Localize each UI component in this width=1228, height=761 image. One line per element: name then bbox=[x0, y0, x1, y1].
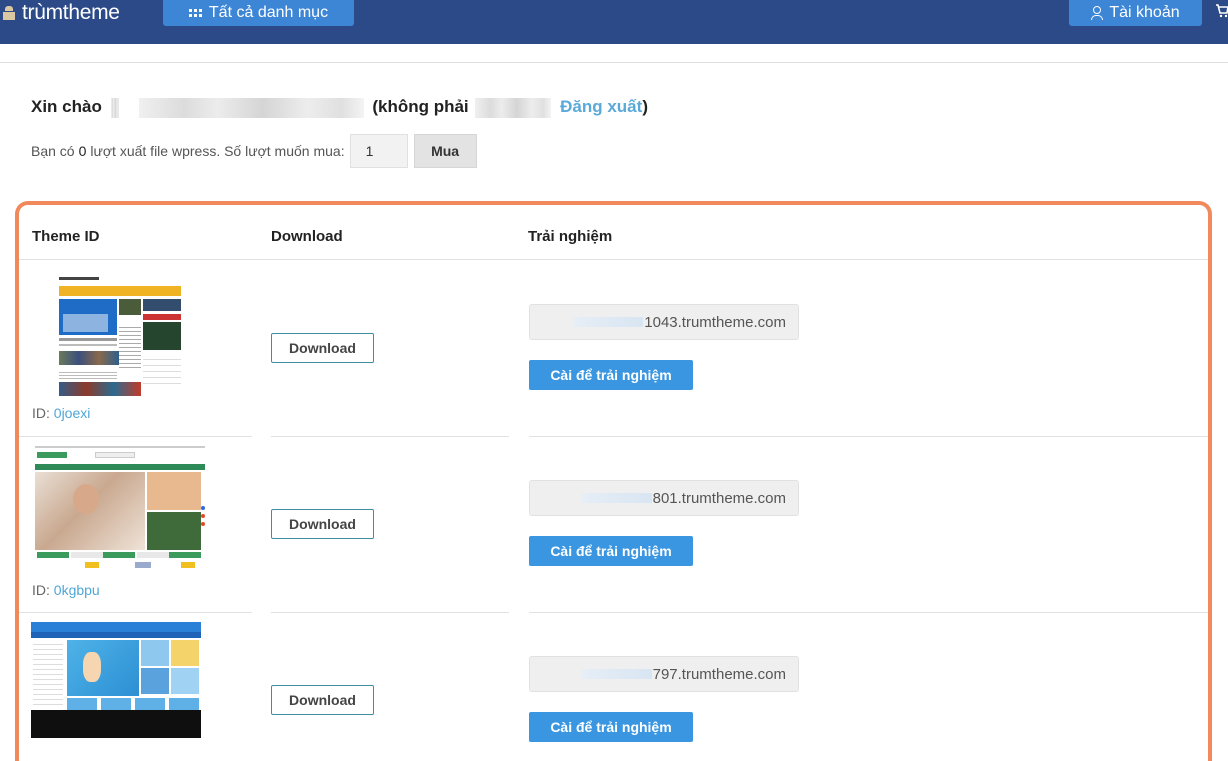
table-row: ID: 0kgbpu Download 801.trumtheme.com Cà… bbox=[19, 436, 1208, 612]
brand-logo[interactable]: trùmtheme bbox=[2, 0, 120, 26]
grid-icon bbox=[188, 9, 202, 17]
theme-id-link[interactable]: 0kgbpu bbox=[54, 582, 100, 598]
greeting-prefix: Xin chào bbox=[31, 97, 102, 116]
redacted-subdomain bbox=[581, 493, 652, 503]
credits-count: 0 bbox=[78, 143, 87, 159]
demo-domain-text: 797.trumtheme.com bbox=[652, 665, 786, 683]
demo-domain-field[interactable]: 801.trumtheme.com bbox=[529, 480, 799, 516]
quantity-input[interactable] bbox=[349, 134, 408, 168]
download-button[interactable]: Download bbox=[271, 333, 374, 363]
theme-id-label: ID: bbox=[32, 405, 50, 421]
theme-id: ID: 0kgbpu bbox=[32, 582, 100, 598]
theme-thumbnail[interactable] bbox=[31, 622, 201, 738]
install-demo-button[interactable]: Cài để trải nghiệm bbox=[529, 360, 693, 390]
account-label: Tài khoản bbox=[1109, 4, 1180, 21]
greeting-middle: (không phải bbox=[372, 97, 469, 116]
logo-icon bbox=[2, 6, 16, 20]
download-button[interactable]: Download bbox=[271, 685, 374, 715]
redacted-username bbox=[138, 97, 364, 118]
cart-icon[interactable] bbox=[1216, 4, 1228, 18]
thumbnail-caption bbox=[41, 526, 111, 542]
top-navbar: trùmtheme Tất cả danh mục Tài khoản bbox=[0, 0, 1228, 44]
demo-domain-text: 801.trumtheme.com bbox=[652, 489, 786, 507]
demo-domain-field[interactable]: 797.trumtheme.com bbox=[529, 656, 799, 692]
brand-name: trùmtheme bbox=[22, 1, 120, 24]
credits-row: Bạn có 0 lượt xuất file wpress. Số lượt … bbox=[31, 134, 477, 168]
demo-domain-field[interactable]: 1043.trumtheme.com bbox=[529, 304, 799, 340]
greeting: Xin chào (không phải Đăng xuất) bbox=[31, 97, 648, 118]
redacted-username-2 bbox=[475, 97, 552, 118]
logout-link[interactable]: Đăng xuất bbox=[560, 97, 642, 116]
theme-id: ID: 0joexi bbox=[32, 405, 90, 421]
column-header-experience: Trải nghiệm bbox=[528, 228, 613, 245]
themes-table: Theme ID Download Trải nghiệm ID: 0joexi… bbox=[15, 201, 1212, 761]
download-button[interactable]: Download bbox=[271, 509, 374, 539]
credits-text-after: lượt xuất file wpress. Số lượt muốn mua: bbox=[90, 143, 345, 159]
theme-id-label: ID: bbox=[32, 582, 50, 598]
redacted-subdomain bbox=[573, 317, 644, 327]
table-row: ID: 0joexi Download 1043.trumtheme.com C… bbox=[19, 260, 1208, 436]
install-demo-button[interactable]: Cài để trải nghiệm bbox=[529, 712, 693, 742]
theme-thumbnail[interactable] bbox=[35, 444, 205, 572]
header-divider bbox=[0, 62, 1228, 63]
table-row: Download 797.trumtheme.com Cài để trải n… bbox=[19, 612, 1208, 761]
all-categories-button[interactable]: Tất cả danh mục bbox=[163, 0, 354, 26]
user-icon bbox=[1091, 6, 1104, 20]
redacted-name-start bbox=[110, 97, 119, 118]
greeting-suffix: ) bbox=[642, 97, 648, 116]
install-demo-button[interactable]: Cài để trải nghiệm bbox=[529, 536, 693, 566]
theme-id-link[interactable]: 0joexi bbox=[54, 405, 91, 421]
column-header-theme-id: Theme ID bbox=[32, 228, 100, 245]
all-categories-label: Tất cả danh mục bbox=[208, 4, 329, 21]
demo-domain-text: 1043.trumtheme.com bbox=[644, 313, 786, 331]
buy-button[interactable]: Mua bbox=[413, 134, 477, 168]
column-header-download: Download bbox=[271, 228, 343, 245]
theme-thumbnail[interactable] bbox=[59, 274, 181, 396]
account-button[interactable]: Tài khoản bbox=[1069, 0, 1202, 26]
redacted-subdomain bbox=[581, 669, 652, 679]
credits-text-before: Bạn có bbox=[31, 143, 75, 159]
